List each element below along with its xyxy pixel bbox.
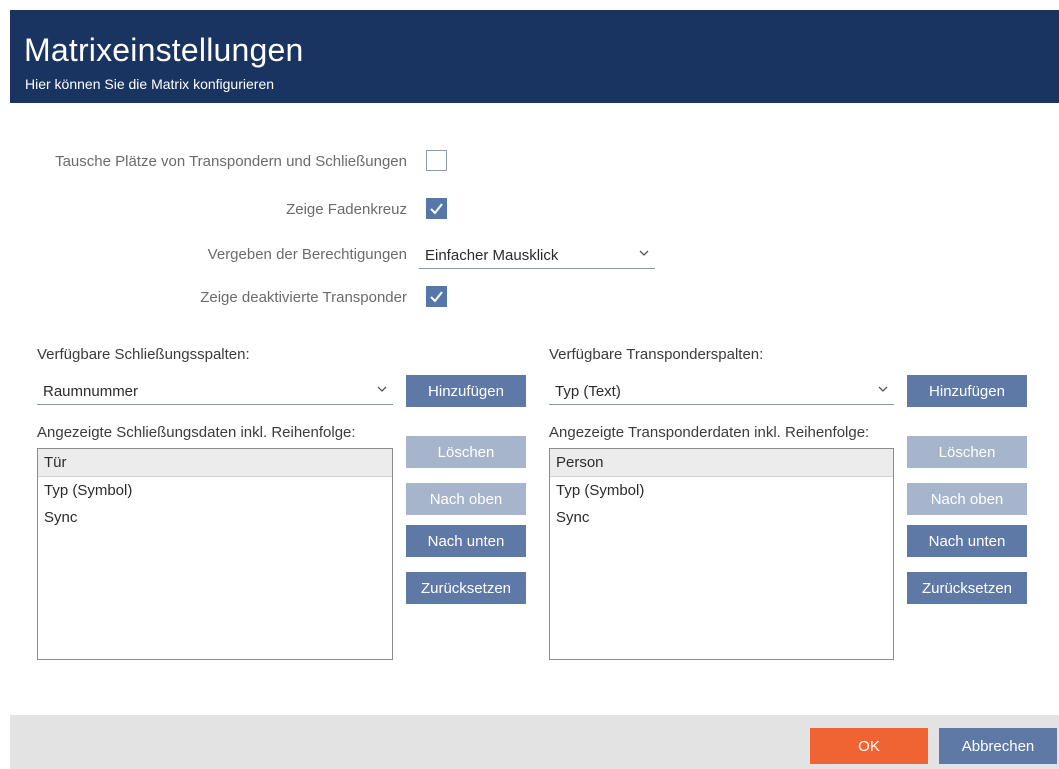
available-transponder-columns-value: Typ (Text): [555, 383, 621, 400]
shown-lock-data-list[interactable]: Tür Typ (Symbol) Sync: [37, 448, 393, 660]
add-transponder-column-button[interactable]: Hinzufügen: [907, 375, 1027, 407]
available-transponder-columns-select[interactable]: Typ (Text): [549, 377, 894, 405]
permissions-label: Vergeben der Berechtigungen: [207, 246, 407, 263]
list-item[interactable]: Person: [550, 449, 893, 477]
shown-transponder-data-label: Angezeigte Transponderdaten inkl. Reihen…: [549, 424, 870, 441]
shown-transponder-data-list[interactable]: Person Typ (Symbol) Sync: [549, 448, 894, 660]
deactivated-transponders-checkbox[interactable]: [426, 286, 447, 307]
shown-lock-data-label: Angezeigte Schließungsdaten inkl. Reihen…: [37, 424, 356, 441]
list-item[interactable]: Sync: [38, 504, 392, 531]
dialog-header: Matrixeinstellungen Hier können Sie die …: [10, 10, 1059, 103]
chevron-down-icon: [878, 386, 888, 392]
list-item[interactable]: Tür: [38, 449, 392, 477]
available-lock-columns-label: Verfügbare Schließungsspalten:: [37, 346, 250, 363]
reset-transponder-columns-button[interactable]: Zurücksetzen: [907, 572, 1027, 604]
move-transponder-column-down-button[interactable]: Nach unten: [907, 525, 1027, 557]
move-transponder-column-up-button[interactable]: Nach oben: [907, 483, 1027, 515]
crosshair-checkbox[interactable]: [426, 198, 447, 219]
available-lock-columns-select[interactable]: Raumnummer: [37, 377, 393, 405]
delete-lock-column-button[interactable]: Löschen: [406, 436, 526, 468]
add-lock-column-button[interactable]: Hinzufügen: [406, 375, 526, 407]
available-transponder-columns-label: Verfügbare Transponderspalten:: [549, 346, 764, 363]
deactivated-transponders-label: Zeige deaktivierte Transponder: [200, 289, 407, 306]
dialog-title: Matrixeinstellungen: [24, 32, 304, 68]
list-item[interactable]: Typ (Symbol): [38, 477, 392, 504]
list-item[interactable]: Typ (Symbol): [550, 477, 893, 504]
list-item[interactable]: Sync: [550, 504, 893, 531]
reset-lock-columns-button[interactable]: Zurücksetzen: [406, 572, 526, 604]
cancel-button[interactable]: Abbrechen: [939, 728, 1057, 764]
swap-places-label: Tausche Plätze von Transpondern und Schl…: [55, 153, 407, 170]
check-icon: [430, 203, 443, 215]
dialog-subtitle: Hier können Sie die Matrix konfigurieren: [25, 76, 275, 92]
ok-button[interactable]: OK: [810, 728, 928, 764]
move-lock-column-down-button[interactable]: Nach unten: [406, 525, 526, 557]
permissions-value: Einfacher Mausklick: [425, 247, 559, 264]
swap-places-checkbox[interactable]: [426, 150, 447, 171]
chevron-down-icon: [377, 386, 387, 392]
move-lock-column-up-button[interactable]: Nach oben: [406, 483, 526, 515]
check-icon: [430, 291, 443, 303]
available-lock-columns-value: Raumnummer: [43, 383, 139, 400]
delete-transponder-column-button[interactable]: Löschen: [907, 436, 1027, 468]
crosshair-label: Zeige Fadenkreuz: [286, 201, 407, 218]
permissions-select[interactable]: Einfacher Mausklick: [419, 241, 655, 269]
chevron-down-icon: [639, 250, 649, 256]
